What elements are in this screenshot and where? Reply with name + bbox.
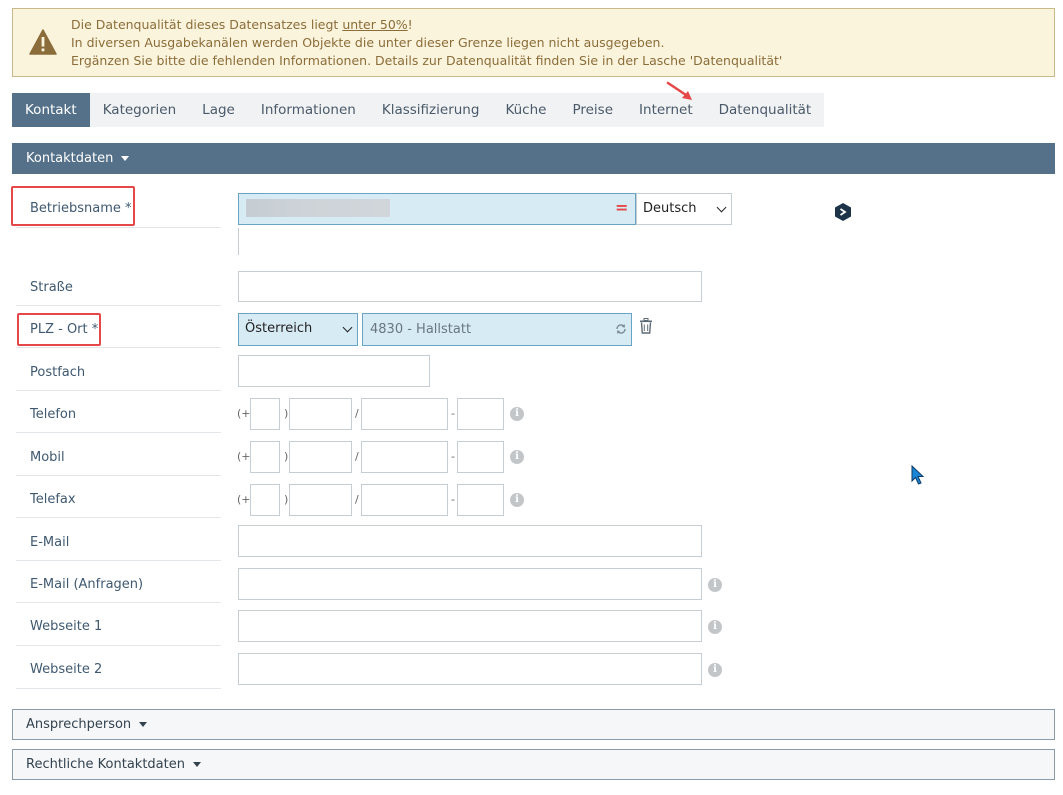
row-divider [16, 475, 221, 476]
telefon-number[interactable] [361, 398, 448, 430]
phone-prefix-symbol: (+ [237, 407, 251, 420]
quality-warning: Die Datenqualität dieses Datensatzes lie… [12, 8, 1055, 77]
tab-kontakt[interactable]: Kontakt [12, 93, 90, 127]
tab-informationen[interactable]: Informationen [248, 93, 369, 127]
row-divider [16, 347, 221, 348]
country-select[interactable]: Österreich [238, 313, 358, 346]
telefon-area-code[interactable] [289, 398, 352, 430]
mouse-cursor [911, 465, 925, 485]
info-icon[interactable]: i [510, 450, 524, 464]
webseite1-label: Webseite 1 [30, 619, 103, 634]
tab-bar: Kontakt Kategorien Lage Informationen Kl… [12, 93, 825, 127]
warning-icon [29, 29, 57, 55]
warning-line-2: In diversen Ausgabekanälen werden Objekt… [71, 35, 665, 50]
row-divider [16, 517, 221, 518]
phone-dash-symbol: - [451, 450, 455, 463]
phone-prefix-symbol: (+ [237, 493, 251, 506]
plz-ort-label: PLZ - Ort * [30, 322, 99, 337]
row-divider [16, 227, 221, 228]
section-rechtliche-kontaktdaten[interactable]: Rechtliche Kontaktdaten [12, 749, 1055, 780]
phone-slash-symbol: / [355, 407, 359, 420]
betriebsname-label: Betriebsname * [30, 201, 132, 216]
chevron-down-icon [716, 202, 727, 213]
email-anfragen-label: E-Mail (Anfragen) [30, 577, 144, 592]
tab-kategorien[interactable]: Kategorien [90, 93, 189, 127]
trash-icon[interactable] [639, 318, 653, 334]
phone-close-symbol: ) [284, 407, 289, 420]
annotation-arrow [666, 81, 692, 100]
tab-kueche[interactable]: Küche [492, 93, 559, 127]
mobil-label: Mobil [30, 450, 65, 465]
phone-dash-symbol: - [451, 493, 455, 506]
email-label: E-Mail [30, 535, 70, 550]
mobil-extension[interactable] [457, 441, 504, 473]
warning-line-3: Ergänzen Sie bitte die fehlenden Informa… [71, 53, 783, 68]
info-icon[interactable]: i [708, 620, 722, 634]
refresh-icon[interactable] [615, 323, 627, 335]
row-divider [16, 390, 221, 391]
phone-close-symbol: ) [284, 493, 289, 506]
webseite1-input[interactable] [238, 610, 702, 642]
info-icon[interactable]: i [510, 493, 524, 507]
tab-preise[interactable]: Preise [559, 93, 626, 127]
caret-down-icon [121, 156, 130, 161]
chevron-down-icon [342, 322, 353, 333]
webseite2-input[interactable] [238, 653, 702, 685]
language-select[interactable]: Deutsch [636, 193, 732, 225]
row-divider [16, 645, 221, 646]
row-divider [16, 560, 221, 561]
warning-line-1: Die Datenqualität dieses Datensatzes lie… [71, 17, 413, 32]
redacted-value [246, 199, 390, 217]
webseite2-label: Webseite 2 [30, 662, 103, 677]
textarea-edge [238, 228, 239, 255]
quality-threshold-link[interactable]: unter 50% [342, 17, 407, 32]
info-icon[interactable]: i [708, 578, 722, 592]
section-ansprechperson[interactable]: Ansprechperson [12, 709, 1055, 740]
strasse-label: Straße [30, 280, 73, 295]
email-input[interactable] [238, 525, 702, 557]
caret-down-icon [139, 722, 148, 727]
telefon-label: Telefon [30, 407, 77, 422]
phone-dash-symbol: - [451, 407, 455, 420]
telefax-number[interactable] [361, 484, 448, 516]
info-icon[interactable]: i [708, 663, 722, 677]
phone-slash-symbol: / [355, 493, 359, 506]
phone-close-symbol: ) [284, 450, 289, 463]
plz-ort-input[interactable]: 4830 - Hallstatt [362, 313, 632, 346]
mobil-number[interactable] [361, 441, 448, 473]
translate-icon[interactable] [834, 202, 852, 222]
required-mark: = [615, 198, 629, 217]
telefon-country-code[interactable] [250, 398, 280, 430]
tab-klassifizierung[interactable]: Klassifizierung [369, 93, 493, 127]
telefax-country-code[interactable] [250, 484, 280, 516]
betriebsname-input[interactable]: = [238, 193, 636, 225]
phone-prefix-symbol: (+ [237, 450, 251, 463]
phone-slash-symbol: / [355, 450, 359, 463]
postfach-input[interactable] [238, 355, 430, 387]
row-divider [16, 305, 221, 306]
mobil-area-code[interactable] [289, 441, 352, 473]
telefax-label: Telefax [30, 492, 76, 507]
tab-datenqualitaet[interactable]: Datenqualität [706, 93, 825, 127]
row-divider [16, 432, 221, 433]
row-divider [16, 688, 221, 689]
caret-down-icon [192, 762, 201, 767]
info-icon[interactable]: i [510, 407, 524, 421]
section-kontaktdaten[interactable]: Kontaktdaten [12, 143, 1055, 174]
telefax-extension[interactable] [457, 484, 504, 516]
postfach-label: Postfach [30, 365, 86, 380]
telefax-area-code[interactable] [289, 484, 352, 516]
telefon-extension[interactable] [457, 398, 504, 430]
mobil-country-code[interactable] [250, 441, 280, 473]
row-divider [16, 602, 221, 603]
email-anfragen-input[interactable] [238, 568, 702, 600]
tab-lage[interactable]: Lage [189, 93, 248, 127]
strasse-input[interactable] [238, 271, 702, 302]
